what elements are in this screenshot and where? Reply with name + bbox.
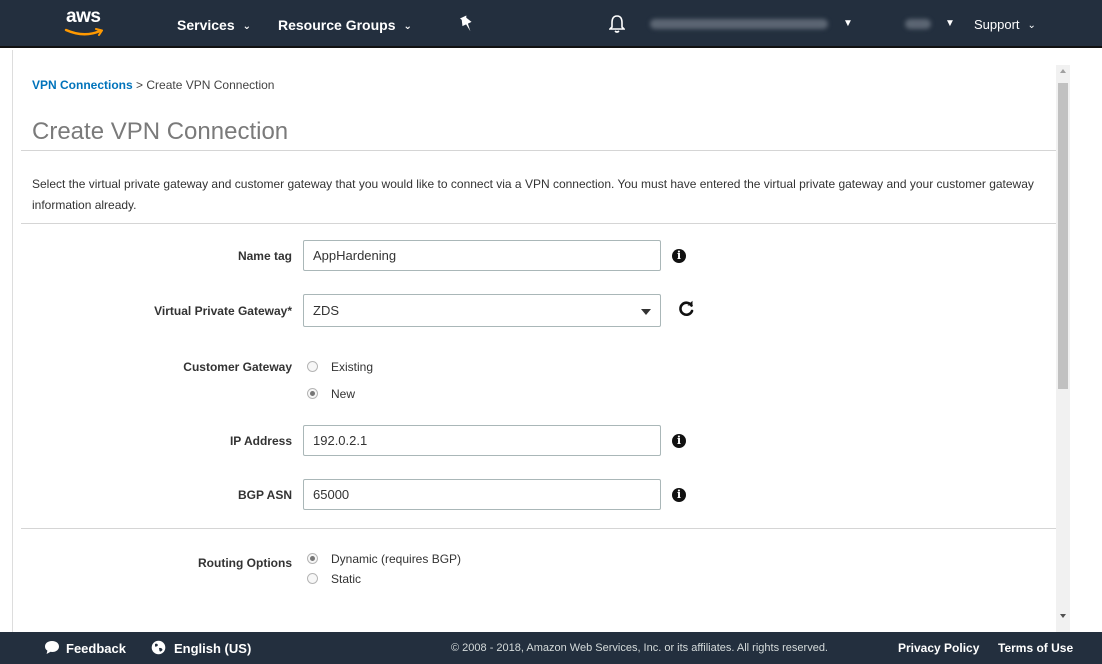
- services-label: Services: [177, 17, 235, 33]
- routing-static-radio[interactable]: [307, 573, 318, 584]
- routing-static-label: Static: [331, 572, 362, 586]
- copyright-text: © 2008 - 2018, Amazon Web Services, Inc.…: [451, 642, 828, 654]
- name-tag-input[interactable]: [303, 240, 661, 271]
- privacy-policy-link[interactable]: Privacy Policy: [898, 641, 979, 655]
- divider: [21, 150, 1056, 151]
- feedback-link[interactable]: Feedback: [66, 641, 126, 656]
- support-menu[interactable]: Support ⌄: [974, 17, 1036, 32]
- vpg-select[interactable]: ZDS: [303, 294, 661, 327]
- routing-dynamic-label: Dynamic (requires BGP): [331, 552, 462, 566]
- bgp-asn-input[interactable]: [303, 479, 661, 510]
- services-menu[interactable]: Services ⌄: [177, 17, 251, 33]
- chevron-down-icon: ⌄: [242, 21, 251, 32]
- pin-icon[interactable]: [458, 14, 476, 34]
- breadcrumb: VPN Connections > Create VPN Connection: [32, 78, 274, 92]
- top-nav-bar: aws Services ⌄ Resource Groups ⌄ ▼ ▼ Suppo…: [0, 0, 1102, 48]
- ip-address-label: IP Address: [229, 434, 292, 448]
- globe-icon: [151, 640, 166, 655]
- chevron-down-icon[interactable]: ▼: [843, 18, 853, 29]
- footer-bar: Feedback English (US) © 2008 - 2018, Ama…: [0, 632, 1102, 664]
- scrollbar-thumb[interactable]: [1058, 83, 1068, 389]
- aws-logo-text: aws: [66, 6, 101, 27]
- region-name-redacted[interactable]: [905, 19, 931, 29]
- main-content: VPN Connections > Create VPN Connection …: [12, 50, 1056, 632]
- chevron-down-icon: ⌄: [403, 21, 412, 32]
- aws-logo[interactable]: aws: [64, 6, 110, 40]
- chevron-down-icon: ⌄: [1027, 20, 1036, 31]
- scroll-down-arrow-icon[interactable]: [1060, 614, 1066, 618]
- breadcrumb-vpn-connections-link[interactable]: VPN Connections: [32, 78, 133, 92]
- chevron-down-icon[interactable]: ▼: [945, 18, 955, 29]
- refresh-icon[interactable]: [677, 300, 695, 318]
- terms-of-use-link[interactable]: Terms of Use: [998, 641, 1073, 655]
- aws-smile-icon: [64, 28, 103, 36]
- divider: [21, 223, 1056, 224]
- page-description: Select the virtual private gateway and c…: [32, 177, 1034, 212]
- bgp-asn-label: BGP ASN: [237, 488, 292, 502]
- customer-gateway-label: Customer Gateway: [183, 360, 292, 374]
- info-icon[interactable]: i: [672, 434, 686, 448]
- dropdown-caret-icon: [641, 309, 651, 315]
- customer-gateway-new-label: New: [331, 387, 356, 401]
- customer-gateway-existing-label: Existing: [331, 360, 374, 374]
- divider: [21, 528, 1056, 529]
- customer-gateway-existing-radio[interactable]: [307, 361, 318, 372]
- vpg-label: Virtual Private Gateway*: [154, 304, 292, 318]
- resource-groups-menu[interactable]: Resource Groups ⌄: [278, 17, 412, 33]
- support-label: Support: [974, 17, 1020, 32]
- info-icon[interactable]: i: [672, 249, 686, 263]
- info-icon[interactable]: i: [672, 488, 686, 502]
- account-name-redacted[interactable]: [650, 19, 828, 29]
- ip-address-input[interactable]: [303, 425, 661, 456]
- notifications-bell-icon[interactable]: [609, 14, 625, 34]
- vpg-selected-value: ZDS: [313, 303, 339, 318]
- feedback-speech-bubble-icon: [45, 641, 59, 654]
- language-selector[interactable]: English (US): [174, 641, 251, 656]
- page-title: Create VPN Connection: [32, 118, 289, 145]
- customer-gateway-new-radio[interactable]: [307, 388, 318, 399]
- scroll-up-arrow-icon[interactable]: [1060, 69, 1066, 73]
- breadcrumb-current: Create VPN Connection: [146, 78, 275, 92]
- routing-options-label: Routing Options: [198, 556, 292, 570]
- routing-dynamic-radio[interactable]: [307, 553, 318, 564]
- name-tag-label: Name tag: [237, 249, 292, 263]
- breadcrumb-separator: >: [136, 78, 144, 92]
- resource-groups-label: Resource Groups: [278, 17, 396, 33]
